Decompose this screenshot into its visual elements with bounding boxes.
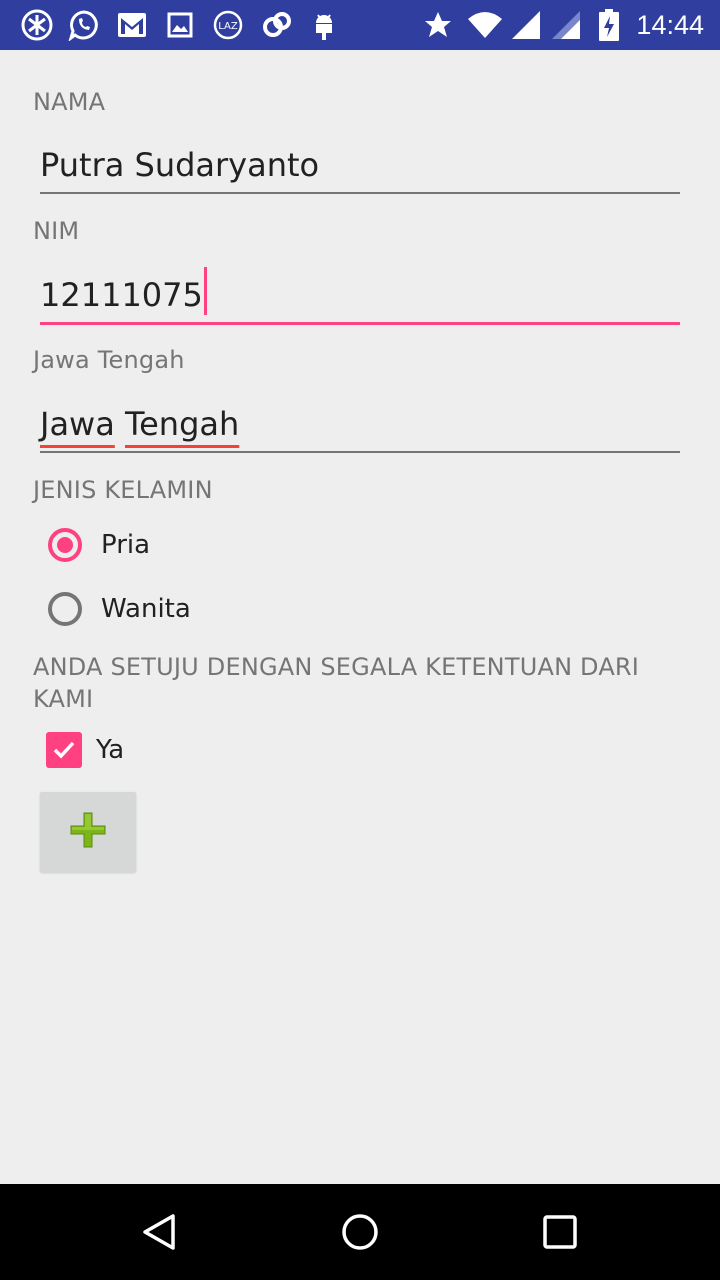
radio-unchecked-icon: [48, 592, 82, 626]
navigation-bar: [0, 1184, 720, 1280]
wifi-icon: [466, 9, 504, 41]
checkbox-checked-icon: [46, 732, 82, 768]
notification-app-icon: [20, 9, 54, 41]
agreement-label: ANDA SETUJU DENGAN SEGALA KETENTUAN DARI…: [33, 653, 640, 713]
plus-icon: [69, 811, 107, 854]
nama-underline: [40, 192, 680, 194]
back-icon[interactable]: [136, 1208, 184, 1256]
gallery-icon: [166, 9, 194, 41]
link-app-icon: [260, 9, 294, 41]
signal-2-icon: [550, 9, 582, 41]
radio-checked-icon: [48, 528, 82, 562]
agreement-checkbox[interactable]: Ya: [46, 730, 246, 770]
status-bar: LAZ 14:44: [0, 0, 720, 50]
radio-pria[interactable]: Pria: [48, 523, 288, 567]
svg-text:LAZ: LAZ: [218, 21, 238, 32]
lazada-icon: LAZ: [212, 9, 244, 41]
nama-label: NAMA: [33, 88, 106, 116]
provinsi-label: Jawa Tengah: [33, 346, 185, 374]
signal-icon: [510, 9, 542, 41]
nim-value: 12111075: [40, 276, 203, 314]
text-cursor: [203, 267, 207, 315]
whatsapp-icon: [67, 9, 101, 41]
nim-label: NIM: [33, 217, 80, 245]
nama-value: Putra Sudaryanto: [40, 146, 320, 184]
battery-charging-icon: [598, 9, 620, 41]
recents-icon[interactable]: [536, 1208, 584, 1256]
nim-field[interactable]: 12111075: [40, 265, 680, 325]
star-icon: [422, 9, 454, 41]
radio-pria-label: Pria: [101, 530, 151, 560]
android-debug-icon: [310, 9, 338, 41]
provinsi-value: Jawa Tengah: [40, 405, 239, 443]
nim-underline: [40, 322, 680, 325]
add-button[interactable]: [40, 792, 136, 872]
home-icon[interactable]: [336, 1208, 384, 1256]
provinsi-word-2: Tengah: [125, 405, 240, 443]
gmail-icon: [117, 9, 147, 41]
provinsi-field[interactable]: Jawa Tengah: [40, 393, 680, 453]
nim-value-wrap: 12111075: [40, 267, 207, 315]
status-clock: 14:44: [636, 10, 704, 40]
provinsi-word-1: Jawa: [40, 405, 115, 443]
radio-wanita[interactable]: Wanita: [48, 587, 288, 631]
agreement-checkbox-label: Ya: [96, 735, 125, 765]
gender-label: JENIS KELAMIN: [33, 476, 213, 504]
radio-wanita-label: Wanita: [101, 594, 191, 624]
provinsi-underline: [40, 451, 680, 453]
nama-field[interactable]: Putra Sudaryanto: [40, 134, 680, 194]
